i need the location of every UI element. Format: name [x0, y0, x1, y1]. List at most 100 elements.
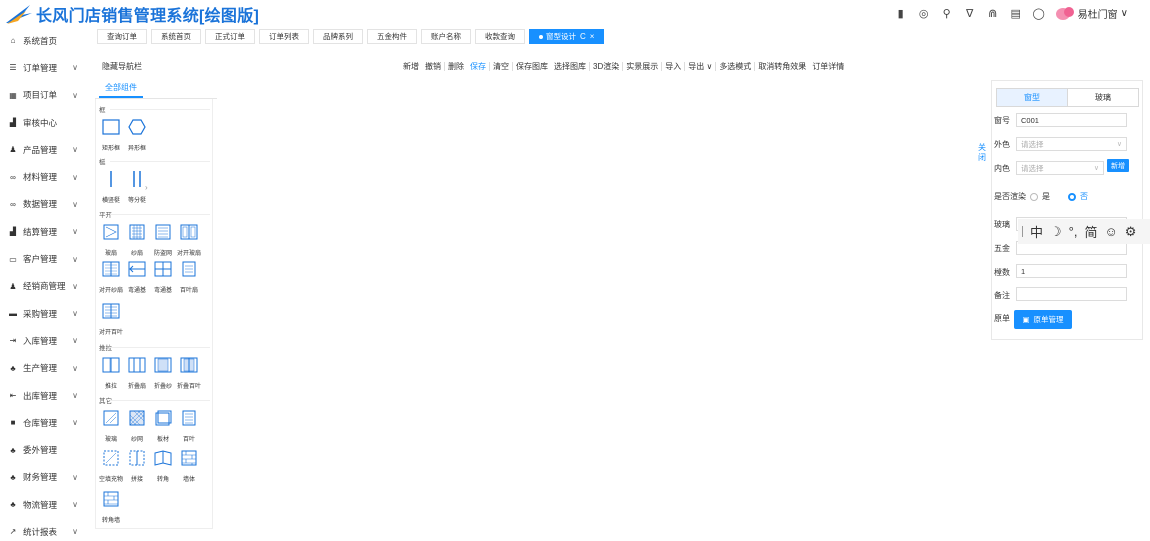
component-label: 百叶 [182, 437, 195, 443]
component-shape-frame[interactable]: 异形框 [124, 118, 150, 152]
toolbar-button[interactable]: 撤销 [422, 61, 444, 72]
chevron-down-icon: ∨ [72, 281, 78, 291]
toolbar-button[interactable]: 清空 [490, 61, 512, 72]
toolbar-button[interactable]: 实景展示 [623, 61, 661, 72]
ime-lang[interactable]: 中 [1030, 222, 1043, 241]
user-menu[interactable]: 易杜门窗 ∨ [1055, 5, 1128, 21]
component-corner-wall[interactable]: 转角墙 [98, 490, 124, 524]
trash-icon[interactable]: ▮ [894, 6, 908, 20]
chevron-down-icon: ∨ [72, 500, 78, 510]
radio-yes[interactable] [1030, 192, 1038, 201]
outer-color-select[interactable]: 请选择 ∨ [1016, 137, 1127, 151]
tab-all-components[interactable]: 全部组件 [99, 82, 143, 98]
component-double-louver[interactable]: 对开百叶 [98, 302, 124, 336]
ime-moon-icon[interactable]: ☽ [1050, 224, 1062, 240]
hide-nav-button[interactable]: 隐藏导航栏 [102, 61, 142, 72]
toolbar-button[interactable]: 新增 [400, 61, 422, 72]
shirt-icon[interactable]: ∇ [963, 6, 977, 20]
sidebar-item[interactable]: ⌂ 系统首页 [0, 27, 90, 54]
tab[interactable]: 品牌系列 [313, 29, 363, 44]
sidebar-item[interactable]: ▭ 客户管理 ∨ [0, 245, 90, 272]
remark-input[interactable] [1016, 287, 1127, 301]
bom-manage-label: 原单管理 [1033, 315, 1064, 324]
sidebar-item[interactable]: ♣ 物流管理 ∨ [0, 491, 90, 518]
bom-manage-button[interactable]: ▣ 原单管理 [1014, 310, 1072, 329]
sidebar-item[interactable]: ↗ 统计报表 ∨ [0, 518, 90, 541]
target-icon[interactable]: ◎ [917, 6, 931, 20]
group-divider [110, 347, 210, 348]
sidebar-item[interactable]: ▬ 采购管理 ∨ [0, 300, 90, 327]
tab[interactable]: 收款查询 [475, 29, 525, 44]
fold-louver-icon [180, 357, 198, 373]
tab[interactable]: 正式订单 [205, 29, 255, 44]
ime-drag-handle[interactable] [1022, 226, 1023, 237]
sidebar-item[interactable]: ♣ 财务管理 ∨ [0, 464, 90, 491]
shape-frame-icon [128, 119, 146, 135]
tab[interactable]: 查询订单 [97, 29, 147, 44]
double-screen-icon [102, 261, 120, 277]
glass-icon [103, 410, 119, 426]
sidebar-item[interactable]: ∞ 材料管理 ∨ [0, 163, 90, 190]
sidebar-item[interactable]: ⇤ 出库管理 ∨ [0, 382, 90, 409]
component-fold-louver[interactable]: 折叠百叶 [176, 356, 202, 390]
panel-icon [155, 410, 172, 426]
toolbar-button[interactable]: 保存 [467, 61, 489, 72]
tab-glass[interactable]: 玻璃 [1068, 89, 1138, 106]
toolbar-button[interactable]: 订单详情 [809, 61, 847, 72]
tab[interactable]: 系统首页 [151, 29, 201, 44]
toolbar-button[interactable]: 选择图库 [551, 61, 589, 72]
toolbar-button[interactable]: 取消转角效果 [755, 61, 809, 72]
sidebar-item[interactable]: ♟ 产品管理 ∨ [0, 136, 90, 163]
component-label: 转角墙 [101, 518, 120, 524]
sidebar-item[interactable]: ▟ 审核中心 [0, 109, 90, 136]
sidebar-item[interactable]: ☰ 订单管理 ∨ [0, 54, 90, 81]
user-icon[interactable]: ◯ [1032, 6, 1046, 20]
message-icon[interactable]: ▤ [1009, 6, 1023, 20]
sidebar-item[interactable]: ⇥ 入库管理 ∨ [0, 327, 90, 354]
toolbar-button[interactable]: 多选模式 [716, 61, 754, 72]
component-wall[interactable]: 墙体 [176, 449, 202, 483]
sidebar-item[interactable]: ∞ 数据管理 ∨ [0, 191, 90, 218]
sidebar-item[interactable]: ▦ 项目订单 ∨ [0, 82, 90, 109]
tab[interactable]: 五金构件 [367, 29, 417, 44]
double-louver-icon [102, 303, 120, 319]
users-icon: ♟ [9, 281, 17, 291]
chevron-down-icon: ∨ [72, 254, 78, 264]
sidebar: ⌂ 系统首页 ☰ 订单管理 ∨ ▦ 项目订单 ∨ ▟ 审核中心 ♟ 产品管理 ∨ ∞ … [0, 27, 90, 541]
refresh-icon[interactable]: C [580, 32, 586, 41]
sidebar-item[interactable]: ♣ 生产管理 ∨ [0, 355, 90, 382]
ime-simplified[interactable]: 简 [1084, 222, 1097, 241]
tab[interactable]: 窗型设计 C × [529, 29, 605, 44]
ime-gear-icon[interactable]: ⚙ [1125, 224, 1137, 240]
window-no-input[interactable]: C001 [1016, 113, 1127, 127]
close-icon[interactable]: × [590, 32, 595, 41]
sidebar-item-label: 订单管理 [23, 62, 58, 73]
add-color-button[interactable]: 新增 [1107, 159, 1129, 172]
component-louver-sash[interactable]: 百叶扇 [176, 260, 202, 294]
sidebar-item[interactable]: ▟ 结算管理 ∨ [0, 218, 90, 245]
inner-color-select[interactable]: 请选择 ∨ [1016, 161, 1104, 175]
toolbar-button[interactable]: 保存图库 [513, 61, 551, 72]
toolbar-button[interactable]: 删除 [445, 61, 467, 72]
toolbar-button[interactable]: 导出 ∨ [685, 61, 715, 72]
sidebar-item[interactable]: ■ 仓库管理 ∨ [0, 409, 90, 436]
search-icon[interactable]: ⚲ [940, 6, 954, 20]
ime-emoji-icon[interactable]: ☺ [1105, 224, 1118, 239]
tab[interactable]: 账户名称 [421, 29, 471, 44]
tab[interactable]: 订单列表 [259, 29, 309, 44]
count-input[interactable]: 1 [1016, 264, 1127, 278]
radio-no[interactable] [1068, 192, 1076, 201]
bell-icon[interactable]: ⋒ [986, 6, 1000, 20]
component-louver[interactable]: 百叶 [176, 409, 202, 443]
component-double-glass[interactable]: 对开玻扇 [176, 223, 202, 257]
sidebar-item[interactable]: ♟ 经销商管理 ∨ [0, 273, 90, 300]
close-panel-link[interactable]: 关闭 [978, 143, 986, 163]
empty-fill-icon [103, 450, 119, 466]
radio-no-label: 否 [1080, 192, 1088, 201]
sidebar-item[interactable]: ♣ 委外管理 [0, 436, 90, 463]
tab-window-type[interactable]: 窗型 [997, 89, 1068, 106]
toolbar-button[interactable]: 3D渲染 [590, 61, 622, 72]
ime-punct[interactable]: °, [1069, 224, 1078, 239]
chevron-right-icon[interactable]: › [145, 183, 148, 192]
toolbar-button[interactable]: 导入 [662, 61, 684, 72]
